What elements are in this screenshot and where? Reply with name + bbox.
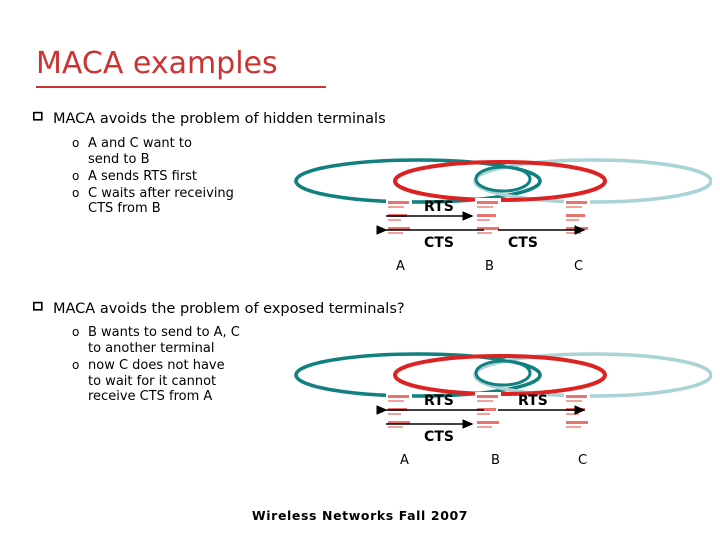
range-ellipse-inner	[474, 165, 532, 193]
list-item: o now C does not have to wait for it can…	[72, 358, 240, 406]
message-label-cts-right: CTS	[508, 235, 538, 251]
message-label-rts-right: RTS	[518, 393, 548, 409]
node-c-icon	[564, 392, 590, 432]
section-2-heading-label: MACA avoids the problem of exposed termi…	[53, 301, 405, 317]
circle-bullet-icon: o	[72, 168, 80, 183]
section-1-sublist: o A and C want to send to B o A sends RT…	[72, 136, 234, 218]
list-item: o B wants to send to A, C to another ter…	[72, 325, 240, 357]
list-item-label: C waits after receiving CTS from B	[88, 185, 234, 217]
node-a-icon	[386, 198, 412, 238]
circle-bullet-icon: o	[72, 357, 80, 372]
section-1-heading: MACA avoids the problem of hidden termin…	[33, 110, 386, 128]
slide-footer: Wireless Networks Fall 2007	[251, 508, 469, 523]
list-item: o A sends RTS first	[72, 169, 234, 185]
list-item: o A and C want to send to B	[72, 136, 234, 168]
list-item-label: now C does not have to wait for it canno…	[88, 357, 225, 405]
circle-bullet-icon: o	[72, 185, 80, 200]
section-2-heading: MACA avoids the problem of exposed termi…	[33, 300, 405, 318]
message-label-cts-left: CTS	[424, 235, 454, 251]
list-item: o C waits after receiving CTS from B	[72, 186, 234, 218]
node-a-icon	[386, 392, 412, 432]
square-bullet-icon	[33, 110, 43, 125]
list-item-label: A and C want to send to B	[88, 136, 192, 167]
node-label-b: B	[485, 259, 494, 274]
range-ellipse-inner	[474, 359, 532, 387]
node-label-c: C	[578, 453, 588, 468]
square-bullet-icon	[33, 300, 43, 315]
node-b-icon	[475, 198, 501, 238]
message-label-cts: CTS	[424, 429, 454, 445]
node-c-icon	[564, 198, 590, 238]
node-label-a: A	[400, 453, 409, 468]
node-label-a: A	[396, 259, 405, 274]
list-item-label: A sends RTS first	[88, 168, 198, 184]
circle-bullet-icon: o	[72, 136, 80, 150]
node-label-c: C	[574, 259, 584, 274]
title-underline	[36, 86, 326, 88]
node-label-b: B	[491, 453, 500, 468]
section-2-sublist: o B wants to send to A, C to another ter…	[72, 325, 240, 406]
diagram-exposed-terminals: RTS RTS CTS A B C	[288, 352, 712, 472]
message-label-rts: RTS	[424, 199, 454, 215]
node-b-icon	[475, 392, 501, 432]
circle-bullet-icon: o	[72, 325, 80, 339]
page-title: MACA examples	[36, 46, 278, 81]
diagram-hidden-terminals: RTS CTS CTS A B C	[288, 158, 712, 278]
section-1-heading-label: MACA avoids the problem of hidden termin…	[53, 111, 386, 127]
message-label-rts-left: RTS	[424, 393, 454, 409]
list-item-label: B wants to send to A, C to another termi…	[88, 325, 240, 356]
slide: MACA examples MACA avoids the problem of…	[0, 0, 720, 540]
